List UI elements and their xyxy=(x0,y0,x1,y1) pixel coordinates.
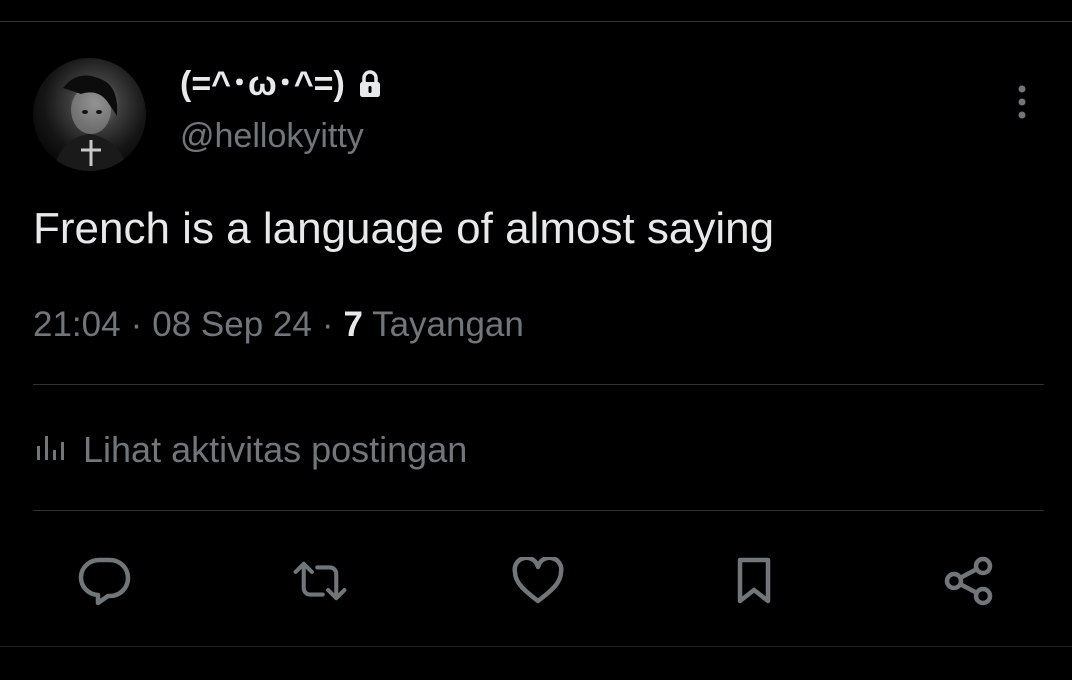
post-activity-link[interactable]: Lihat aktivitas postingan xyxy=(33,428,467,472)
top-divider xyxy=(0,21,1072,22)
bookmark-icon[interactable] xyxy=(726,553,782,609)
views-count: 7 xyxy=(343,305,363,344)
bottom-divider xyxy=(0,646,1072,647)
views-label: Tayangan xyxy=(372,305,524,344)
author-handle[interactable]: @hellokyitty xyxy=(180,116,364,156)
reply-icon[interactable] xyxy=(77,553,133,609)
lock-icon xyxy=(357,69,383,99)
divider xyxy=(33,384,1044,385)
divider xyxy=(33,510,1044,511)
avatar-photo xyxy=(53,75,129,171)
avatar[interactable] xyxy=(33,58,146,171)
tweet-metadata: 21:04 · 08 Sep 24 · 7 Tayangan xyxy=(33,304,524,346)
repost-icon[interactable] xyxy=(292,553,348,609)
tweet-date[interactable]: 08 Sep 24 xyxy=(152,305,312,344)
meta-separator: · xyxy=(321,305,334,344)
post-activity-label: Lihat aktivitas postingan xyxy=(83,429,468,470)
tweet-text: French is a language of almost saying xyxy=(33,204,775,253)
share-icon[interactable] xyxy=(941,553,997,609)
meta-separator: · xyxy=(130,305,143,344)
tweet-time[interactable]: 21:04 xyxy=(33,305,121,344)
author-display-name[interactable]: (=^･ω･^=) xyxy=(180,64,345,104)
like-icon[interactable] xyxy=(510,553,566,609)
more-options-icon[interactable] xyxy=(1008,82,1036,122)
analytics-icon xyxy=(33,428,69,472)
author-display-name-row[interactable]: (=^･ω･^=) xyxy=(180,64,383,104)
